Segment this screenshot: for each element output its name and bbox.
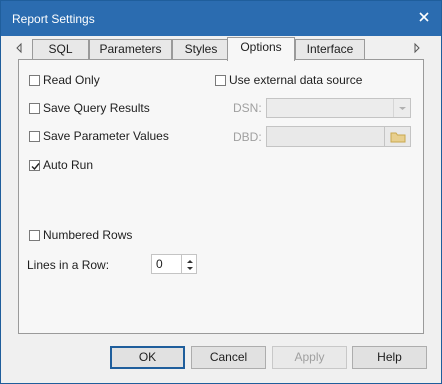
help-button[interactable]: Help (352, 346, 427, 369)
tab-strip: SQL Parameters Styles Options Interface (1, 36, 441, 61)
checkbox-box (29, 159, 40, 171)
use-external-data-source-checkbox[interactable]: Use external data source (215, 73, 362, 87)
tab-label: Parameters (99, 42, 162, 56)
dsn-select[interactable] (266, 98, 411, 118)
numbered-rows-checkbox[interactable]: Numbered Rows (29, 228, 132, 242)
folder-icon (390, 132, 406, 143)
use-external-data-source-label: Use external data source (229, 73, 363, 87)
lines-in-row-label: Lines in a Row: (27, 258, 110, 272)
tab-scroll-right-icon[interactable] (411, 41, 423, 55)
read-only-label: Read Only (43, 73, 100, 87)
checkmark-icon (31, 162, 40, 170)
dbd-input[interactable] (266, 126, 385, 147)
tab-styles[interactable]: Styles (172, 39, 230, 60)
apply-button[interactable]: Apply (272, 346, 347, 369)
ok-button[interactable]: OK (110, 346, 185, 369)
chevron-down-icon (393, 99, 410, 117)
tab-label: SQL (48, 42, 73, 56)
save-parameter-values-label: Save Parameter Values (43, 129, 169, 143)
cancel-button[interactable]: Cancel (191, 346, 266, 369)
lines-in-row-input[interactable]: 0 (151, 254, 181, 274)
close-icon[interactable] (417, 10, 431, 24)
checkbox-box (29, 74, 40, 86)
report-settings-dialog: Report Settings SQL Parameters Styles Op… (0, 0, 442, 384)
tab-parameters[interactable]: Parameters (89, 39, 172, 60)
save-query-results-checkbox[interactable]: Save Query Results (29, 101, 150, 115)
checkbox-box (29, 229, 40, 241)
tab-sql[interactable]: SQL (32, 39, 89, 60)
tab-label: Interface (306, 42, 354, 56)
tab-scroll-left-icon[interactable] (13, 41, 25, 55)
auto-run-checkbox[interactable]: Auto Run (29, 158, 93, 172)
cancel-button-label: Cancel (209, 350, 248, 364)
dbd-label: DBD: (233, 130, 262, 144)
checkbox-box (29, 130, 40, 142)
tab-options[interactable]: Options (227, 37, 295, 61)
browse-button[interactable] (385, 126, 411, 147)
checkbox-box (29, 102, 40, 114)
checkbox-box (215, 74, 226, 86)
save-query-results-label: Save Query Results (43, 101, 150, 115)
save-parameter-values-checkbox[interactable]: Save Parameter Values (29, 129, 169, 143)
apply-button-label: Apply (294, 350, 325, 364)
options-panel: Read Only Save Query Results Save Parame… (18, 59, 424, 334)
read-only-checkbox[interactable]: Read Only (29, 73, 100, 87)
triangle-up-icon (187, 260, 193, 263)
help-button-label: Help (377, 350, 402, 364)
tab-interface[interactable]: Interface (295, 39, 365, 60)
title-bar[interactable]: Report Settings (1, 1, 441, 36)
ok-button-label: OK (138, 350, 157, 364)
auto-run-label: Auto Run (43, 158, 94, 172)
tab-label: Options (240, 40, 282, 54)
triangle-down-icon (187, 267, 193, 270)
dsn-label: DSN: (233, 101, 262, 115)
tab-label: Styles (184, 42, 218, 56)
window-title: Report Settings (12, 12, 95, 26)
lines-in-row-spinner[interactable] (181, 254, 197, 274)
numbered-rows-label: Numbered Rows (43, 228, 133, 242)
